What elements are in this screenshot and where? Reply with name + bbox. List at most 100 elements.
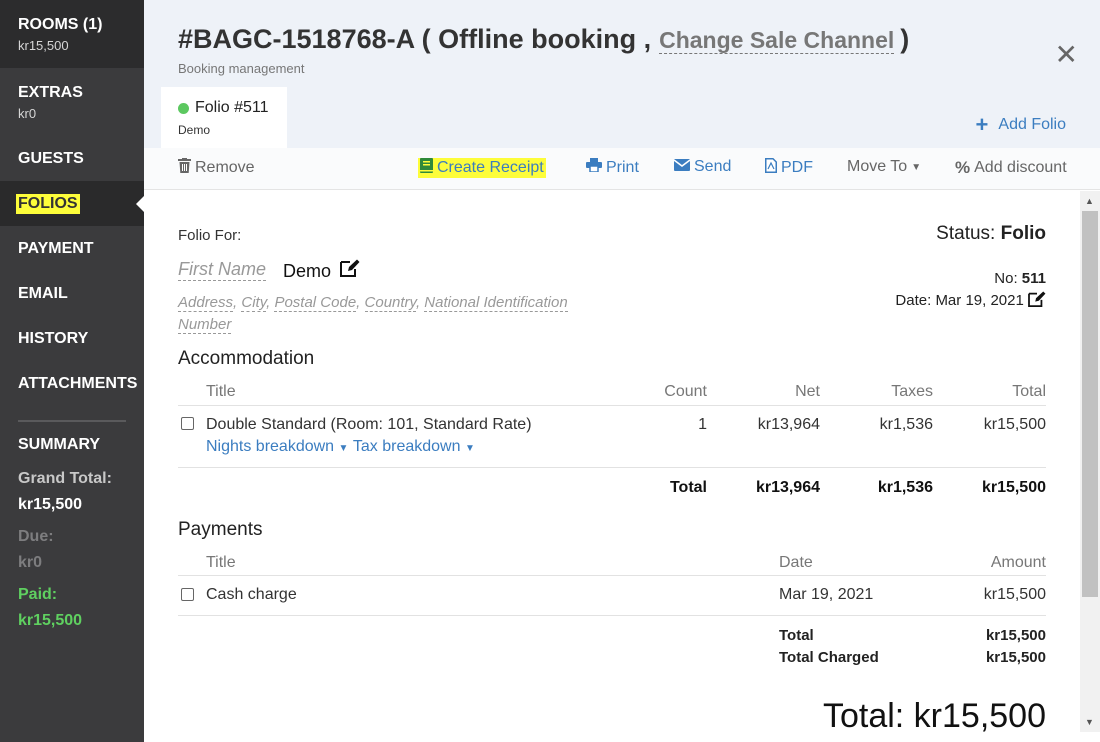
sidebar-item-value: kr0: [18, 105, 37, 121]
pdf-button[interactable]: PDF: [765, 158, 813, 178]
accommodation-total-taxes: kr1,536: [877, 479, 933, 496]
accommodation-total-net: kr13,964: [755, 479, 820, 496]
accommodation-row-total: kr15,500: [983, 416, 1046, 433]
tab-subtitle: Demo: [178, 123, 211, 137]
sidebar-item-rooms[interactable]: ROOMS (1) kr15,500: [0, 0, 144, 68]
col-title: Title: [206, 383, 236, 400]
folio-number-value: 511: [1021, 270, 1046, 287]
pdf-label: PDF: [781, 159, 813, 176]
folio-date-value: Mar 19, 2021: [935, 292, 1024, 309]
edit-date-icon[interactable]: [1028, 291, 1046, 309]
country-field[interactable]: Country: [364, 294, 416, 312]
sidebar-summary: SUMMARY Grand Total: kr15,500 Due: kr0 P…: [0, 436, 144, 630]
accommodation-row-taxes: kr1,536: [879, 416, 933, 433]
col-taxes: Taxes: [891, 383, 933, 400]
sidebar-item-history[interactable]: HISTORY: [0, 316, 144, 361]
first-name-value: Demo: [283, 259, 360, 282]
nights-breakdown-link[interactable]: Nights breakdown ▼: [206, 438, 348, 455]
paid-label: Paid:: [18, 586, 58, 603]
plus-icon: +: [975, 112, 989, 137]
tab-folio-511[interactable]: Folio #511 Demo: [161, 87, 287, 148]
move-to-dropdown[interactable]: Move To ▼: [847, 158, 921, 176]
scrollbar-thumb[interactable]: [1082, 211, 1098, 597]
folio-number: No: 511: [994, 270, 1046, 287]
status-text: Status: Folio: [936, 223, 1046, 245]
edit-icon[interactable]: [340, 259, 360, 282]
accommodation-total-label: Total: [669, 479, 707, 496]
grand-total-value: kr15,500: [18, 496, 83, 513]
create-receipt-label: Create Receipt: [437, 159, 544, 176]
tax-breakdown-link[interactable]: Tax breakdown ▼: [353, 438, 475, 455]
divider: [178, 615, 1046, 616]
col-title: Title: [206, 554, 236, 571]
caret-down-icon: ▼: [338, 443, 349, 454]
scroll-down-icon[interactable]: ▼: [1085, 717, 1094, 727]
print-button[interactable]: Print: [586, 158, 639, 177]
add-folio-button[interactable]: + Add Folio: [976, 114, 1066, 136]
folio-for-label: Folio For:: [178, 227, 242, 244]
grand-total: Total: kr15,500: [822, 697, 1046, 735]
summary-heading: SUMMARY: [18, 436, 101, 453]
col-count: Count: [664, 383, 707, 400]
tab-title: Folio #511: [195, 99, 269, 116]
send-button[interactable]: Send: [673, 158, 732, 176]
close-icon[interactable]: ✕: [1055, 38, 1078, 71]
scroll-up-icon[interactable]: ▲: [1085, 196, 1094, 206]
sidebar-item-extras[interactable]: EXTRAS kr0: [0, 68, 144, 136]
remove-button[interactable]: Remove: [178, 158, 255, 178]
sidebar-item-label: EXTRAS: [18, 83, 83, 101]
sidebar-item-attachments[interactable]: ATTACHMENTS: [0, 361, 144, 406]
paid-value: kr15,500: [18, 612, 83, 629]
folio-number-label: No:: [994, 270, 1018, 287]
address-fields[interactable]: Address, City, Postal Code, Country, Nat…: [178, 292, 598, 336]
row-checkbox[interactable]: [181, 588, 194, 601]
city-field[interactable]: City: [241, 294, 267, 312]
sidebar-item-label: HISTORY: [18, 329, 89, 347]
due-value: kr0: [18, 554, 43, 571]
total-charged-label: Total Charged: [779, 649, 879, 666]
guest-name: Demo: [283, 261, 332, 281]
accommodation-row-net: kr13,964: [757, 416, 820, 433]
sidebar-item-label: ATTACHMENTS: [18, 374, 138, 392]
row-checkbox[interactable]: [181, 417, 194, 430]
toolbar: Remove Create Receipt Print Send PDF Mov…: [144, 148, 1100, 190]
remove-label: Remove: [195, 159, 255, 176]
envelope-icon: [673, 158, 691, 176]
address-field[interactable]: Address: [178, 294, 234, 312]
nights-breakdown-label: Nights breakdown: [206, 438, 335, 455]
accommodation-heading: Accommodation: [178, 348, 315, 369]
status-label: Status:: [936, 223, 996, 244]
create-receipt-button[interactable]: Create Receipt: [418, 158, 546, 178]
file-pdf-icon: [765, 158, 777, 178]
page-title: #BAGC-1518768-A ( Offline booking , Chang…: [178, 24, 909, 55]
scrollbar[interactable]: ▲ ▼: [1080, 191, 1100, 732]
sidebar-item-email[interactable]: EMAIL: [0, 271, 144, 316]
caret-down-icon: ▼: [464, 443, 475, 454]
page-subtitle: Booking management: [178, 61, 305, 76]
sidebar-item-guests[interactable]: GUESTS: [0, 136, 144, 181]
sidebar: ROOMS (1) kr15,500 EXTRAS kr0 GUESTS FOL…: [0, 0, 145, 742]
col-net: Net: [795, 383, 820, 400]
move-to-label: Move To: [847, 158, 908, 175]
accommodation-total-total: kr15,500: [981, 479, 1046, 496]
payments-heading: Payments: [178, 519, 263, 540]
title-close-paren: ): [900, 24, 910, 54]
col-total: Total: [1012, 383, 1046, 400]
booking-id: #BAGC-1518768-A ( Offline booking ,: [178, 24, 652, 54]
folio-date: Date: Mar 19, 2021: [895, 291, 1046, 309]
print-label: Print: [606, 158, 639, 176]
sidebar-item-payment[interactable]: PAYMENT: [0, 226, 144, 271]
first-name-field[interactable]: First Name: [178, 259, 267, 281]
accommodation-row-count: 1: [698, 416, 707, 433]
change-sale-channel-link[interactable]: Change Sale Channel: [659, 27, 895, 54]
divider: [178, 405, 1046, 406]
sidebar-divider: [18, 420, 126, 422]
postal-code-field[interactable]: Postal Code: [274, 294, 357, 312]
add-discount-button[interactable]: % Add discount: [955, 158, 1067, 178]
col-date: Date: [779, 554, 813, 571]
payment-row-amount: kr15,500: [983, 586, 1046, 603]
breakdown-links: Nights breakdown ▼ Tax breakdown ▼: [206, 438, 475, 456]
sidebar-item-folios[interactable]: FOLIOS: [0, 181, 145, 226]
send-label: Send: [694, 158, 732, 175]
percent-icon: %: [955, 158, 971, 177]
